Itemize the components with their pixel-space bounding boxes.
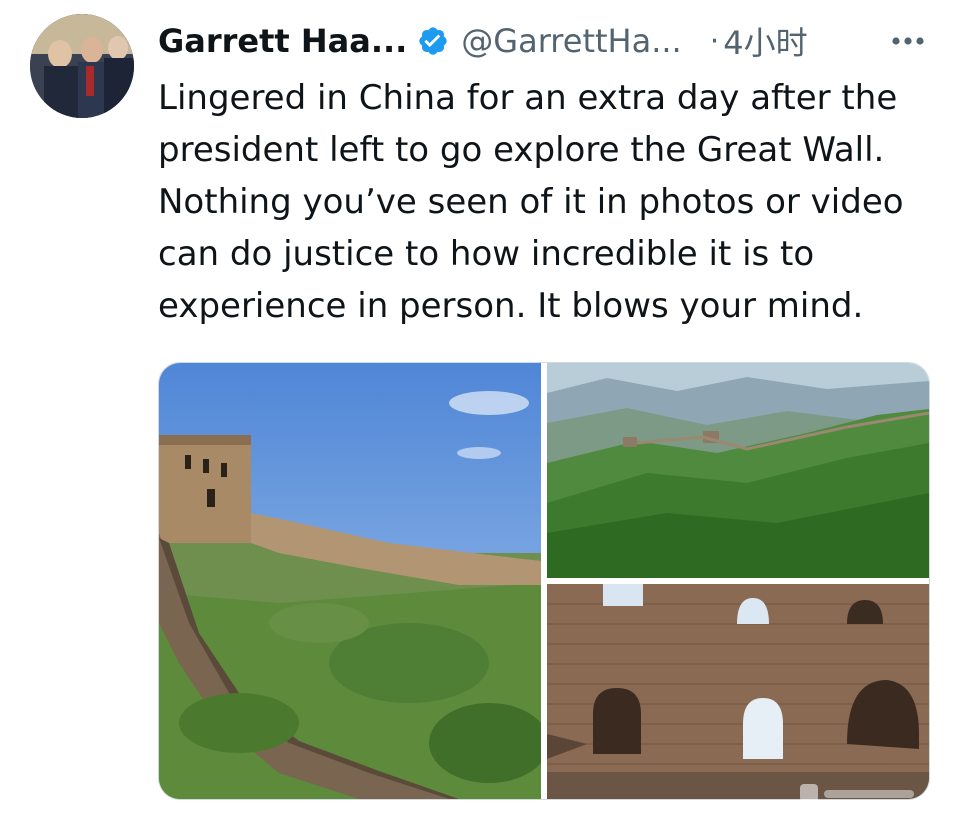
photo-great-wall-slope[interactable] <box>159 363 541 799</box>
tweet-timestamp[interactable]: 4小时 <box>723 18 807 64</box>
author-handle[interactable]: @GarrettHa... <box>461 22 681 60</box>
separator-dot: · <box>709 23 720 59</box>
photo-great-wall-watchtower[interactable] <box>547 584 929 799</box>
photo-great-wall-mountains[interactable] <box>547 363 929 578</box>
more-horizontal-icon[interactable] <box>888 26 928 56</box>
verified-badge-icon <box>417 25 449 57</box>
tweet-text: Lingered in China for an extra day after… <box>158 78 904 326</box>
media-grid <box>158 362 930 800</box>
tweet-header: Garrett Haa... @GarrettHa... · 4小时 <box>158 18 808 64</box>
watermark-logo <box>800 782 920 811</box>
author-name[interactable]: Garrett Haa... <box>158 22 407 60</box>
author-avatar[interactable] <box>30 14 134 118</box>
avatar-photo <box>30 14 134 118</box>
